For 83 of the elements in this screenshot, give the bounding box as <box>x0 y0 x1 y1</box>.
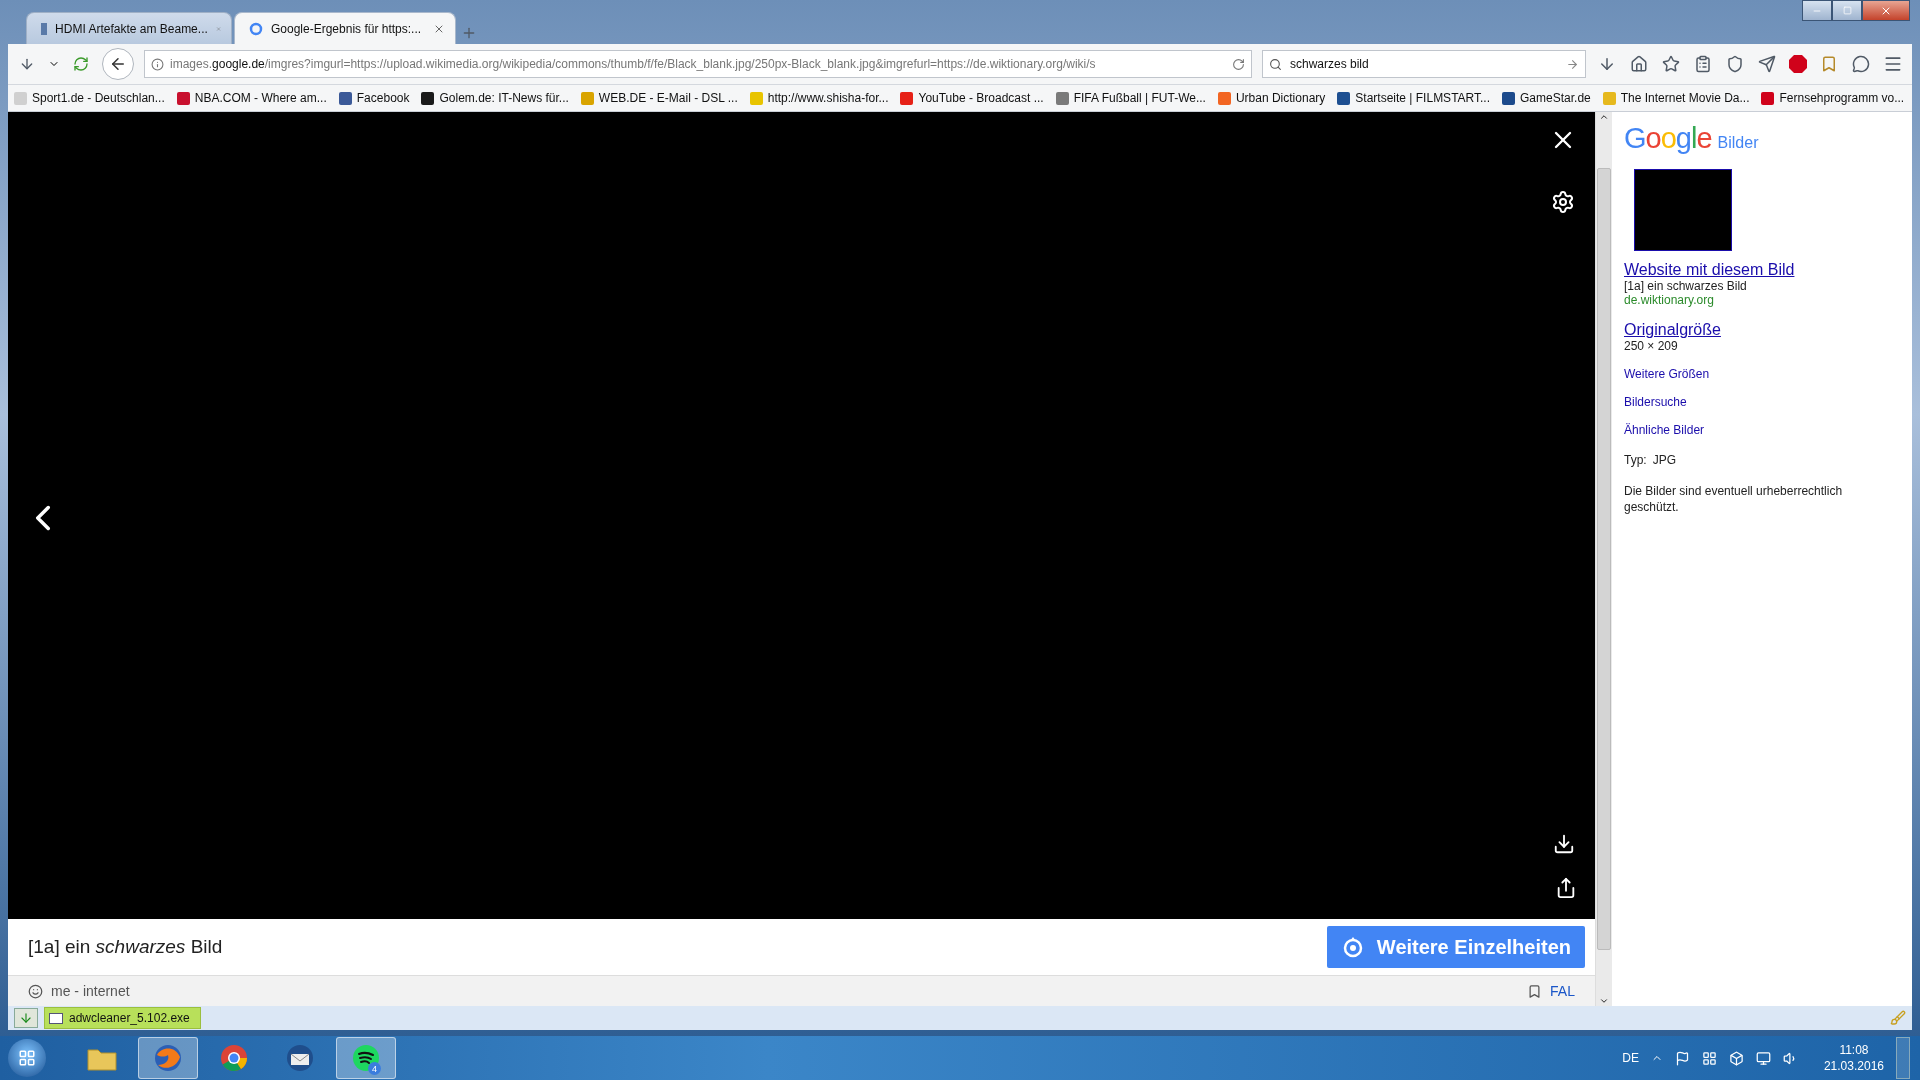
chat-icon[interactable] <box>1852 55 1870 73</box>
site-icon <box>41 22 48 35</box>
flag-icon[interactable] <box>1674 1050 1690 1066</box>
back-button[interactable] <box>102 48 134 80</box>
shield-icon[interactable] <box>1726 55 1744 73</box>
count-badge: 4 <box>368 1062 381 1075</box>
window-icon <box>49 1012 63 1024</box>
box-icon[interactable] <box>1728 1050 1744 1066</box>
browser-tab[interactable]: HDMI Artefakte am Beame... <box>26 12 232 44</box>
minimize-button[interactable] <box>1802 0 1832 21</box>
bookmark-link[interactable]: YouTube - Broadcast ... <box>900 91 1044 105</box>
search-icon <box>1269 57 1282 71</box>
clock-time: 11:08 <box>1839 1042 1869 1058</box>
image-description: [1a] ein schwarzes Bild <box>1624 279 1748 293</box>
original-size-link[interactable]: Originalgröße <box>1624 321 1721 339</box>
windows-logo-icon <box>18 1049 36 1067</box>
language-indicator[interactable]: DE <box>1622 1051 1639 1065</box>
details-button[interactable]: Weitere Einzelheiten <box>1326 926 1585 968</box>
close-window-button[interactable] <box>1862 0 1910 21</box>
network-icon[interactable] <box>1755 1050 1771 1066</box>
mail-bird-icon <box>285 1043 315 1073</box>
bookmark-link[interactable]: Facebook <box>338 91 410 105</box>
type-label: Typ: <box>1624 453 1647 467</box>
bookmark-link[interactable]: NBA.COM - Where am... <box>176 91 327 105</box>
bookmark-icon <box>1527 983 1543 999</box>
copyright-notice: Die Bilder sind eventuell urheberrechtlich geschützt. <box>1624 483 1844 515</box>
logo-subtitle: Bilder <box>1717 134 1759 152</box>
download-item[interactable]: adwcleaner_5.102.exe <box>44 1007 201 1029</box>
start-button[interactable] <box>8 1039 46 1077</box>
scroll-down-icon[interactable] <box>1599 996 1609 1006</box>
bookmark-link[interactable]: GameStar.de <box>1502 91 1591 105</box>
browser-tab[interactable]: Google-Ergebnis für https:... <box>234 12 456 44</box>
send-icon[interactable] <box>1758 55 1776 73</box>
search-box[interactable]: schwarzes bild <box>1262 50 1586 78</box>
go-arrow-icon[interactable] <box>1566 57 1579 71</box>
refresh-icon[interactable] <box>73 56 89 72</box>
download-icon[interactable] <box>1553 833 1575 855</box>
image-thumbnail[interactable] <box>1634 169 1732 251</box>
info-icon[interactable] <box>151 57 164 71</box>
taskbar-app[interactable] <box>138 1037 198 1079</box>
smiley-icon <box>28 983 43 999</box>
website-link[interactable]: Website mit diesem Bild <box>1624 261 1795 279</box>
bookmark-link[interactable]: http://www.shisha-for... <box>749 91 889 105</box>
panel-link[interactable]: Bildersuche <box>1624 395 1687 409</box>
site-icon <box>249 21 263 36</box>
logo: Google <box>1624 122 1712 155</box>
share-icon[interactable] <box>1555 877 1577 899</box>
panel-link[interactable]: Ähnliche Bilder <box>1624 423 1705 437</box>
stop-sign-icon[interactable] <box>1788 54 1808 74</box>
fox-globe-icon <box>153 1043 183 1073</box>
bookmark-link[interactable]: Golem.de: IT-News für... <box>421 91 569 105</box>
download-icon[interactable] <box>1598 55 1616 73</box>
panel-link[interactable]: Weitere Größen <box>1624 367 1710 381</box>
settings-icon[interactable] <box>1551 190 1575 214</box>
bookmark-link[interactable]: Startseite | FILMSTART... <box>1337 91 1491 105</box>
reload-icon[interactable] <box>1232 57 1245 71</box>
taskbar-app[interactable]: 4 <box>336 1037 396 1079</box>
domain-text: de.wiktionary.org <box>1624 293 1715 307</box>
type-value: JPG <box>1652 453 1677 467</box>
license-link[interactable]: FAL <box>1550 983 1575 999</box>
star-icon[interactable] <box>1662 55 1680 73</box>
bookmark-link[interactable]: Fernsehprogramm vo... <box>1761 91 1905 105</box>
bookmark-link[interactable]: The Internet Movie Da... <box>1602 91 1750 105</box>
menu-icon[interactable] <box>1883 54 1903 74</box>
bookmark-icon[interactable] <box>1820 55 1838 73</box>
maximize-icon <box>1842 6 1852 15</box>
bookmark-link[interactable]: FIFA Fußball | FUT-We... <box>1055 91 1206 105</box>
clock-date: 21.03.2016 <box>1823 1058 1884 1074</box>
bookmark-link[interactable]: Sport1.de - Deutschlan... <box>14 91 165 105</box>
browser-icon <box>219 1043 249 1073</box>
windows-icon[interactable] <box>1701 1050 1717 1066</box>
image-caption: [1a] ein schwarzes Bild <box>28 936 223 958</box>
bookmark-link[interactable]: WEB.DE - E-Mail - DSL ... <box>580 91 738 105</box>
bookmark-link[interactable]: Urban Dictionary <box>1217 91 1326 105</box>
down-arrow-icon <box>19 1011 33 1025</box>
home-icon[interactable] <box>1630 55 1648 73</box>
scroll-up-icon[interactable] <box>1599 112 1609 122</box>
scrollbar[interactable] <box>1595 112 1612 1006</box>
image-source: me - internet <box>51 983 130 999</box>
image-dimensions: 250 × 209 <box>1624 339 1679 353</box>
clipboard-icon[interactable] <box>1694 55 1712 73</box>
maximize-button[interactable] <box>1832 0 1862 21</box>
address-bar[interactable]: images.google.de/imgres?imgurl=https://upload.wikimedia.org/wikipedia/commons/thumb/f/fe/Black_blank.jpg/250px-Black_blank.jpg&imgrefurl=https://de.wiktionary.org/wiki/s <box>144 50 1252 78</box>
